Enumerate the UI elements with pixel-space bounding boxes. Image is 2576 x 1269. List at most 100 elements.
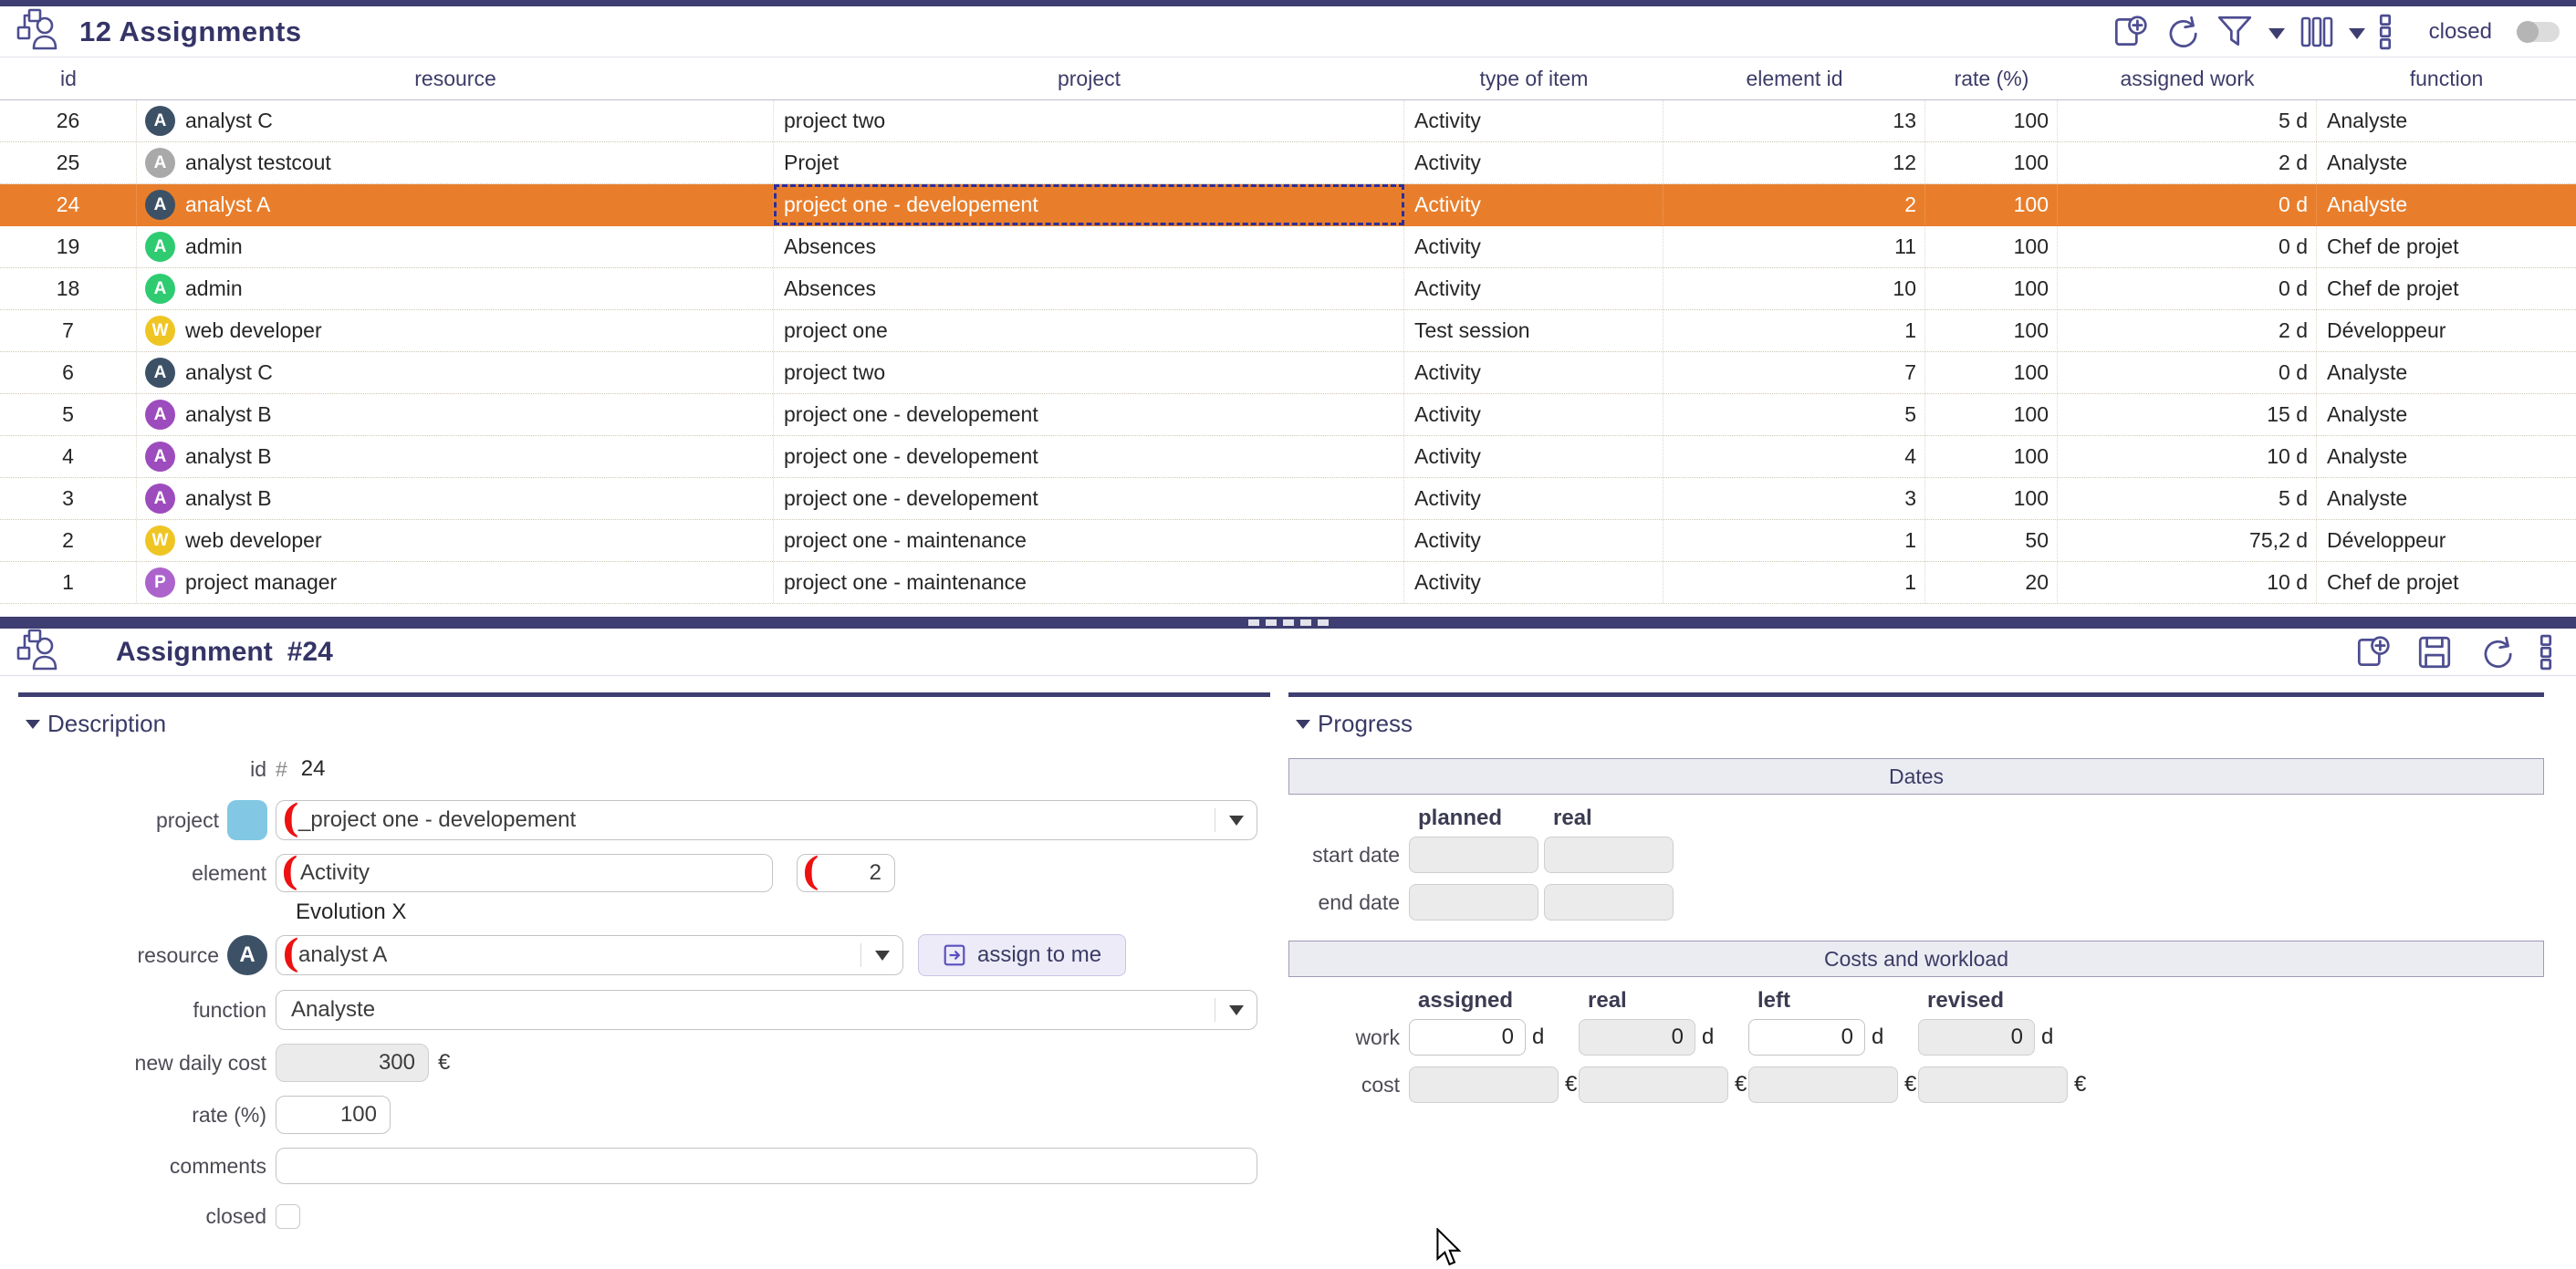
cell-id: 19 xyxy=(0,226,137,267)
rate-input[interactable] xyxy=(276,1096,391,1134)
column-header-project[interactable]: project xyxy=(774,67,1404,91)
detail-refresh-button[interactable] xyxy=(2477,633,2516,671)
columns-caret-icon[interactable] xyxy=(2348,27,2365,39)
costs-group-header: Costs and workload xyxy=(1288,941,2544,977)
table-row[interactable]: 2 W web developer project one - maintena… xyxy=(0,520,2576,562)
column-header-resource[interactable]: resource xyxy=(137,67,774,91)
cost-currency: € xyxy=(1735,1072,1747,1097)
more-options-button[interactable] xyxy=(2379,13,2392,51)
assign-to-me-button[interactable]: assign to me xyxy=(918,934,1127,976)
column-header-assigned-work[interactable]: assigned work xyxy=(2058,67,2317,91)
cell-assigned-work: 5 d xyxy=(2058,478,2317,519)
cell-element-id: 5 xyxy=(1663,394,1925,435)
description-section: Description id # 24 project ( _project o… xyxy=(18,692,1270,1243)
daily-cost-label: new daily cost xyxy=(134,1050,266,1075)
resource-avatar: A xyxy=(145,106,175,136)
table-row[interactable]: 7 W web developer project one Test sessi… xyxy=(0,310,2576,352)
cell-rate: 20 xyxy=(1925,562,2058,603)
table-row[interactable]: 25 A analyst testcout Projet Activity 12… xyxy=(0,142,2576,184)
comments-row: comments xyxy=(18,1148,1270,1184)
progress-section: Progress Dates planned real start date e… xyxy=(1288,692,2544,1114)
comments-input[interactable] xyxy=(276,1148,1257,1184)
function-dropdown-arrow[interactable] xyxy=(1215,998,1257,1022)
assign-to-me-label: assign to me xyxy=(977,942,1102,967)
resource-avatar: A xyxy=(145,358,175,388)
cell-resource: P project manager xyxy=(137,562,774,603)
table-row[interactable]: 3 A analyst B project one - developement… xyxy=(0,478,2576,520)
resource-avatar: A xyxy=(145,400,175,430)
detail-add-button[interactable] xyxy=(2353,633,2392,671)
closed-toggle[interactable] xyxy=(2517,20,2560,43)
project-combobox[interactable]: ( _project one - developement xyxy=(276,799,1257,840)
table-row[interactable]: 6 A analyst C project two Activity 7 100… xyxy=(0,352,2576,394)
page-title: 12 Assignments xyxy=(79,15,302,47)
cost-assigned-input xyxy=(1409,1066,1559,1103)
id-value: 24 xyxy=(300,756,326,781)
table-row[interactable]: 18 A admin Absences Activity 10 100 0 d … xyxy=(0,268,2576,310)
column-header-element-id[interactable]: element id xyxy=(1663,67,1925,91)
cell-function: Développeur xyxy=(2327,318,2446,342)
progress-section-title[interactable]: Progress xyxy=(1296,710,2544,738)
element-row: element ( ( xyxy=(18,852,1270,892)
costs-column-headers: assigned real left revised xyxy=(1418,988,2544,1014)
element-type-chip[interactable]: Evolution X xyxy=(296,900,406,925)
cell-resource: A analyst B xyxy=(137,436,774,477)
detail-more-options-button[interactable] xyxy=(2539,633,2552,671)
cell-type: Activity xyxy=(1404,352,1663,393)
refresh-button[interactable] xyxy=(2163,13,2201,51)
element-id-input[interactable] xyxy=(797,854,895,892)
detail-header: Assignment #24 xyxy=(0,629,2576,676)
cell-function: Analyste xyxy=(2327,444,2408,468)
cost-real-input xyxy=(1579,1066,1728,1103)
cell-type: Activity xyxy=(1404,478,1663,519)
comments-label: comments xyxy=(169,1153,266,1178)
column-header-id[interactable]: id xyxy=(0,67,137,91)
detail-title: Assignment #24 xyxy=(116,637,333,668)
filter-button[interactable] xyxy=(2215,13,2255,51)
cell-element-id: 10 xyxy=(1663,268,1925,309)
table-row[interactable]: 24 A analyst A project one - developemen… xyxy=(0,184,2576,226)
column-header-type[interactable]: type of item xyxy=(1404,67,1663,91)
project-label: project xyxy=(155,807,219,832)
table-row[interactable]: 19 A admin Absences Activity 11 100 0 d … xyxy=(0,226,2576,268)
function-label: function xyxy=(193,997,266,1022)
work-assigned-input[interactable] xyxy=(1409,1019,1526,1056)
list-toolbar: 12 Assignments closed xyxy=(0,6,2576,57)
assignments-list-panel: 12 Assignments closed id resource projec… xyxy=(0,0,2576,617)
resource-combobox[interactable]: ( analyst A xyxy=(276,934,903,975)
work-left-input[interactable] xyxy=(1748,1019,1865,1056)
cell-type: Activity xyxy=(1404,100,1663,141)
description-section-title[interactable]: Description xyxy=(26,710,1270,738)
table-row[interactable]: 5 A analyst B project one - developement… xyxy=(0,394,2576,436)
resource-avatar: A xyxy=(145,148,175,178)
column-header-rate[interactable]: rate (%) xyxy=(1925,67,2058,91)
resource-dropdown-arrow[interactable] xyxy=(860,943,902,967)
end-date-real-input xyxy=(1544,884,1674,921)
column-header-function[interactable]: function xyxy=(2317,67,2576,91)
resource-name: analyst B xyxy=(185,402,272,426)
add-assignment-button[interactable] xyxy=(2111,13,2149,51)
filter-caret-icon[interactable] xyxy=(2268,27,2285,39)
project-color-swatch[interactable] xyxy=(227,800,267,840)
function-select[interactable]: Analyste xyxy=(276,990,1257,1030)
table-row[interactable]: 26 A analyst C project two Activity 13 1… xyxy=(0,100,2576,142)
cell-assigned-work: 15 d xyxy=(2058,394,2317,435)
project-dropdown-arrow[interactable] xyxy=(1215,808,1257,832)
work-unit: d xyxy=(1532,1025,1545,1049)
element-input[interactable] xyxy=(276,854,773,892)
table-row[interactable]: 1 P project manager project one - mainte… xyxy=(0,562,2576,604)
description-form: id # 24 project ( _project one - develop… xyxy=(18,756,1270,1229)
cell-assigned-work: 5 d xyxy=(2058,100,2317,141)
end-date-label: end date xyxy=(1318,889,1400,914)
cell-type: Activity xyxy=(1404,268,1663,309)
closed-checkbox[interactable] xyxy=(276,1204,300,1229)
cell-rate: 100 xyxy=(1925,436,2058,477)
resource-name: admin xyxy=(185,234,243,258)
panel-splitter[interactable] xyxy=(0,617,2576,629)
cell-assigned-work: 10 d xyxy=(2058,436,2317,477)
work-unit: d xyxy=(1702,1025,1715,1049)
columns-button[interactable] xyxy=(2299,13,2335,51)
table-row[interactable]: 4 A analyst B project one - developement… xyxy=(0,436,2576,478)
save-button[interactable] xyxy=(2415,633,2454,671)
project-value: _project one - developement xyxy=(298,807,577,832)
